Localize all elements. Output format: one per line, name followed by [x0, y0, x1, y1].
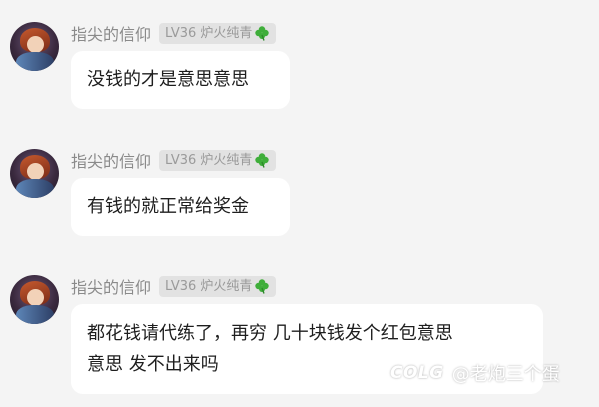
message-meta: 指尖的信仰 LV36 炉火纯青	[71, 274, 277, 298]
level-badge-label: LV36 炉火纯青	[165, 278, 253, 294]
avatar-face	[27, 163, 44, 180]
avatar-coat	[16, 52, 54, 71]
message-bubble[interactable]: 有钱的就正常给奖金	[71, 178, 290, 236]
clover-icon	[255, 153, 270, 168]
sender-nickname[interactable]: 指尖的信仰	[71, 21, 151, 45]
avatar-coat	[16, 179, 54, 198]
message-bubble[interactable]: 没钱的才是意思意思	[71, 51, 290, 109]
avatar-face	[27, 289, 44, 306]
message-meta: 指尖的信仰 LV36 炉火纯青	[71, 148, 277, 172]
message-text-line: 都花钱请代练了，再穷 几十块钱发个红包意思	[87, 323, 453, 344]
message-text: 没钱的才是意思意思	[87, 69, 249, 90]
level-badge: LV36 炉火纯青	[159, 275, 277, 297]
avatar[interactable]	[10, 275, 59, 324]
avatar[interactable]	[10, 22, 59, 71]
sender-nickname[interactable]: 指尖的信仰	[71, 148, 151, 172]
level-badge: LV36 炉火纯青	[159, 22, 277, 44]
clover-icon	[255, 279, 270, 294]
colg-logo: COLG	[390, 363, 444, 383]
level-badge-label: LV36 炉火纯青	[165, 152, 253, 168]
clover-icon	[255, 26, 270, 41]
message-meta: 指尖的信仰 LV36 炉火纯青	[71, 21, 277, 45]
chat-message: 指尖的信仰 LV36 炉火纯青 有钱的就正常给奖金	[0, 149, 599, 239]
sender-nickname[interactable]: 指尖的信仰	[71, 274, 151, 298]
watermark: COLG @老炮三个蛋	[390, 360, 560, 386]
watermark-handle: @老炮三个蛋	[451, 364, 560, 385]
level-badge-label: LV36 炉火纯青	[165, 25, 253, 41]
avatar-face	[27, 36, 44, 53]
chat-message: 指尖的信仰 LV36 炉火纯青 没钱的才是意思意思	[0, 22, 599, 112]
message-text: 有钱的就正常给奖金	[87, 196, 249, 217]
level-badge: LV36 炉火纯青	[159, 149, 277, 171]
avatar[interactable]	[10, 149, 59, 198]
avatar-coat	[16, 305, 54, 324]
